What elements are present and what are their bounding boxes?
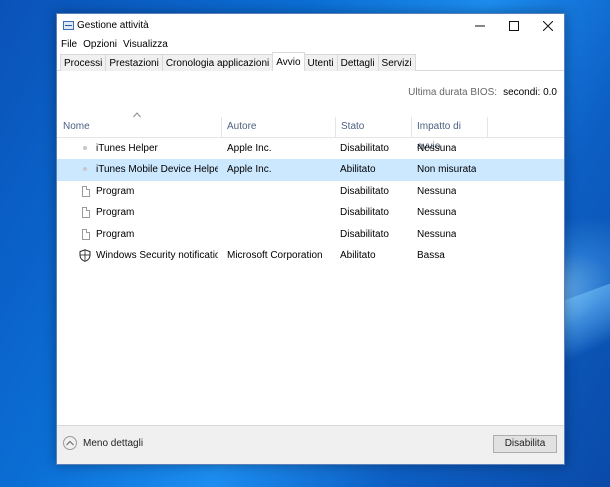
- row-publisher: Microsoft Corporation: [227, 249, 323, 261]
- window-title: Gestione attività: [77, 20, 149, 31]
- column-header-autore[interactable]: Autore: [222, 117, 336, 137]
- row-status: Disabilitato: [340, 185, 389, 197]
- row-publisher: [227, 181, 332, 202]
- tab-avvio[interactable]: Avvio: [272, 52, 305, 71]
- row-name: iTunes Helper: [96, 143, 158, 154]
- row-name: Program: [96, 207, 135, 219]
- minimize-button[interactable]: [463, 14, 497, 38]
- row-status: Disabilitato: [340, 207, 389, 219]
- document-icon: [79, 185, 91, 198]
- row-status: Abilitato: [340, 164, 376, 176]
- column-header-stato[interactable]: Stato: [336, 117, 412, 137]
- row-impact: Bassa: [417, 249, 445, 261]
- task-manager-window: Gestione attività File Opzioni Visualizz…: [56, 13, 565, 465]
- bios-value: secondi: 0.0: [503, 87, 557, 98]
- table-row[interactable]: Windows Security notificatio... Microsoft…: [57, 245, 564, 266]
- column-header-nome[interactable]: Nome: [58, 117, 222, 137]
- startup-table: iTunes Helper Apple Inc. Disabilitato Nessu…: [57, 138, 564, 266]
- document-icon: [79, 228, 91, 241]
- title-bar[interactable]: Gestione attività: [57, 14, 564, 38]
- close-button[interactable]: [531, 14, 565, 38]
- table-row[interactable]: Program Disabilitato Nessuna: [57, 224, 564, 245]
- bios-duration: Ultima durata BIOS: secondi: 0.0: [408, 87, 557, 98]
- footer-bar: Meno dettagli Disabilita: [57, 425, 564, 464]
- column-header-impatto[interactable]: Impatto di avvio: [412, 117, 488, 152]
- itunes-helper-icon: [79, 142, 91, 155]
- row-impact: Nessuna: [417, 207, 457, 219]
- tab-cronologia[interactable]: Cronologia applicazioni: [161, 54, 274, 71]
- itunes-helper-icon: [79, 163, 91, 176]
- row-name: Program: [96, 185, 135, 197]
- shield-icon: [79, 249, 91, 262]
- less-details-label: Meno dettagli: [83, 437, 144, 449]
- row-status: Disabilitato: [340, 228, 389, 240]
- row-publisher: [227, 224, 332, 245]
- row-name: iTunes Mobile Device Helper: [96, 164, 218, 176]
- menu-file[interactable]: File: [57, 38, 80, 52]
- row-name: Program: [96, 228, 135, 240]
- row-name: Windows Security notificatio...: [96, 249, 218, 261]
- table-row[interactable]: Program Disabilitato Nessuna: [57, 181, 564, 202]
- tab-servizi[interactable]: Servizi: [377, 54, 416, 71]
- bios-label: Ultima durata BIOS:: [408, 87, 498, 98]
- disable-button[interactable]: Disabilita: [493, 435, 557, 453]
- less-details-button[interactable]: Meno dettagli: [63, 436, 143, 450]
- table-row[interactable]: iTunes Mobile Device Helper Apple Inc. Abi…: [57, 159, 564, 181]
- row-status: Abilitato: [340, 249, 376, 261]
- row-publisher: Apple Inc.: [227, 164, 272, 176]
- row-impact: Nessuna: [417, 143, 457, 154]
- table-row[interactable]: Program Disabilitato Nessuna: [57, 202, 564, 223]
- menu-bar: File Opzioni Visualizza: [57, 38, 171, 52]
- row-impact: Non misurata: [417, 164, 477, 176]
- tab-dettagli[interactable]: Dettagli: [336, 54, 379, 71]
- tab-prestazioni[interactable]: Prestazioni: [105, 54, 163, 71]
- row-publisher: [227, 202, 332, 223]
- row-impact: Nessuna: [417, 185, 457, 197]
- chevron-up-icon: [63, 436, 77, 450]
- maximize-button[interactable]: [497, 14, 531, 38]
- table-row[interactable]: iTunes Helper Apple Inc. Disabilitato Nessu…: [57, 138, 564, 159]
- row-impact: Nessuna: [417, 228, 457, 240]
- tab-bar: Processi Prestazioni Cronologia applicaz…: [57, 52, 564, 71]
- table-header: Nome Autore Stato Impatto di avvio: [57, 117, 564, 152]
- row-publisher: Apple Inc.: [227, 143, 272, 154]
- menu-opzioni[interactable]: Opzioni: [80, 38, 120, 52]
- minimize-icon: [475, 25, 485, 27]
- task-manager-icon: [63, 21, 74, 30]
- menu-visualizza[interactable]: Visualizza: [120, 38, 171, 52]
- close-icon: [543, 21, 553, 31]
- tab-utenti[interactable]: Utenti: [303, 54, 338, 71]
- row-status: Disabilitato: [340, 143, 389, 154]
- maximize-icon: [509, 21, 519, 31]
- tab-processi[interactable]: Processi: [60, 54, 107, 71]
- document-icon: [79, 206, 91, 219]
